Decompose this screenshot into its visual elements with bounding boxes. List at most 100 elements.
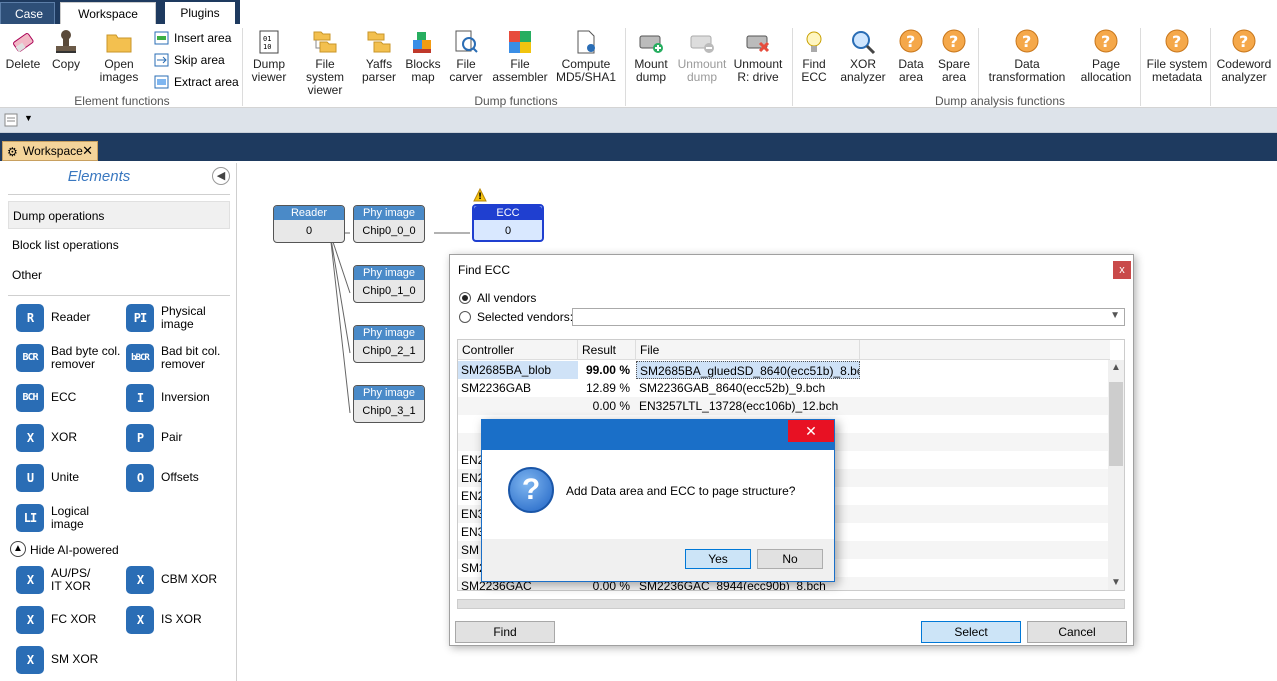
tab-workspace[interactable]: Workspace — [60, 2, 156, 24]
phy-image-node[interactable]: Phy image Chip0_3_1 — [353, 385, 425, 423]
compute-hash-button[interactable]: Compute MD5/SHA1 — [556, 28, 616, 84]
phy-image-node[interactable]: Phy image Chip0_0_0 — [353, 205, 425, 243]
xor-analyzer-button[interactable]: XOR analyzer — [838, 28, 888, 84]
cell-result: 0.00 % — [592, 399, 630, 413]
horizontal-scrollbar[interactable] — [457, 599, 1125, 609]
panel-divider — [8, 194, 230, 195]
question-bubble-icon: ? — [899, 29, 923, 53]
dump-viewer-button[interactable]: 01 10 Dump viewer — [248, 28, 290, 84]
selected-vendors-label: Selected vendors: — [477, 310, 574, 324]
insert-area-icon — [154, 31, 169, 45]
close-icon[interactable]: ✕ — [788, 420, 834, 442]
spare-area-button[interactable]: ? Spare area — [936, 28, 972, 84]
table-row[interactable]: SM2685BA_blob 99.00 % SM2685BA_gluedSD_8… — [458, 361, 1110, 379]
file-system-viewer-button[interactable]: File system viewer — [296, 28, 354, 97]
element-label: IS XOR — [161, 612, 202, 626]
phy-image-node[interactable]: Phy image Chip0_2_1 — [353, 325, 425, 363]
mount-dump-button[interactable]: Mount dump — [630, 28, 672, 84]
cell-controller: SM2236GAB — [461, 381, 532, 395]
category-dump-operations[interactable]: Dump operations — [8, 201, 230, 229]
reader-node[interactable]: Reader 0 — [273, 205, 345, 243]
file-assembler-icon — [509, 31, 531, 53]
yes-button[interactable]: Yes — [685, 549, 751, 569]
extract-area-button[interactable]: Extract area — [154, 73, 239, 91]
close-icon[interactable]: ✕ — [82, 142, 93, 160]
fs-metadata-button[interactable]: ? File system metadata — [1146, 28, 1208, 84]
delete-button[interactable]: Delete — [4, 28, 42, 71]
node-title: Phy image — [354, 386, 424, 400]
copy-button[interactable]: Copy — [48, 28, 84, 71]
category-block-list-operations[interactable]: Block list operations — [8, 231, 230, 259]
unmount-drive-button[interactable]: Unmount R: drive — [732, 28, 784, 84]
blocks-map-label-1: Blocks — [405, 57, 441, 71]
tab-workspace-document[interactable]: ⚙ Workspace ✕ — [2, 141, 98, 161]
unmount-dump-button[interactable]: Unmount dump — [676, 28, 728, 84]
element-label: AU/PS/ IT XOR — [51, 566, 91, 593]
find-button[interactable]: Find — [455, 621, 555, 643]
skip-area-button[interactable]: Skip area — [154, 51, 225, 69]
unmount-drive-icon — [746, 35, 770, 53]
table-row[interactable]: 0.00 % EN3257LTL_13728(ecc106b)_12.bch — [458, 397, 1110, 415]
ribbon-separator — [242, 28, 243, 106]
file-assembler-label-2: assembler — [492, 70, 548, 84]
page-allocation-button[interactable]: ? Page allocation — [1078, 28, 1134, 84]
data-area-button[interactable]: ? Data area — [894, 28, 928, 84]
element-label: Physical image — [161, 304, 206, 331]
find-ecc-button[interactable]: Find ECC — [798, 28, 830, 84]
data-transformation-button[interactable]: ? Data transformation — [984, 28, 1070, 84]
vendor-select[interactable]: ▼ — [572, 308, 1125, 326]
compute-hash-label-1: Compute — [561, 57, 611, 71]
select-button[interactable]: Select — [921, 621, 1021, 643]
data-transformation-label-1: Data — [1014, 57, 1040, 71]
inversion-badge-icon: I — [126, 384, 154, 412]
node-title: Reader — [274, 206, 344, 220]
vertical-scrollbar[interactable]: ▲ ▼ — [1108, 360, 1124, 590]
elements-panel: Elements ◀ Dump operations Block list op… — [4, 163, 237, 681]
close-icon[interactable]: x — [1113, 261, 1131, 279]
file-system-viewer-label-2: viewer — [307, 83, 343, 97]
no-button[interactable]: No — [757, 549, 823, 569]
node-value: Chip0_2_1 — [362, 345, 416, 357]
column-controller[interactable]: Controller — [458, 340, 578, 360]
collapse-panel-button[interactable]: ◀ — [212, 167, 230, 185]
column-file[interactable]: File — [636, 340, 860, 360]
find-ecc-label-2: ECC — [801, 70, 827, 84]
copy-label: Copy — [51, 57, 80, 71]
chevron-up-icon[interactable]: ▲ — [1111, 362, 1121, 373]
chevron-up-icon: ▲ — [10, 541, 26, 557]
open-images-button[interactable]: Open images — [96, 28, 142, 84]
question-bubble-icon: ? — [1094, 29, 1118, 53]
all-vendors-radio[interactable]: All vendors — [459, 290, 536, 306]
tab-case[interactable]: Case — [0, 2, 55, 24]
all-vendors-label: All vendors — [477, 291, 537, 305]
blocks-map-button[interactable]: Blocks map — [404, 28, 442, 84]
file-carver-label-2: carver — [449, 70, 483, 84]
scrollbar-thumb[interactable] — [1109, 382, 1123, 466]
hide-ai-powered-toggle[interactable]: ▲ Hide AI-powered — [8, 541, 119, 559]
dialog-title: Find ECC — [458, 263, 511, 277]
dropdown-arrow-icon[interactable]: ▼ — [24, 113, 33, 123]
tab-plugins[interactable]: Plugins — [165, 2, 235, 24]
customize-icon[interactable] — [4, 113, 20, 128]
cell-result: 12.89 % — [585, 381, 630, 395]
file-carver-button[interactable]: File carver — [448, 28, 484, 84]
open-images-label-1: Open — [104, 57, 134, 71]
cancel-button[interactable]: Cancel — [1027, 621, 1127, 643]
selected-vendors-radio[interactable]: Selected vendors: — [459, 309, 573, 325]
node-value: Chip0_1_0 — [362, 285, 416, 297]
table-row[interactable]: SM2236GAB 12.89 % SM2236GAB_8640(ecc52b)… — [458, 379, 1110, 397]
insert-area-button[interactable]: Insert area — [154, 29, 231, 47]
svg-text:?: ? — [1101, 32, 1110, 51]
ecc-node[interactable]: ECC 0 — [472, 204, 544, 242]
blocks-map-label-2: map — [411, 70, 435, 84]
category-other[interactable]: Other — [8, 261, 230, 289]
column-result[interactable]: Result — [578, 340, 636, 360]
chevron-down-icon[interactable]: ▼ — [1111, 577, 1121, 588]
bbcr-badge-icon: bBCR — [126, 344, 154, 372]
workspace-doc-label: Workspace — [23, 144, 83, 158]
codeword-analyzer-button[interactable]: ? Codeword analyzer — [1214, 28, 1274, 84]
phy-image-node[interactable]: Phy image Chip0_1_0 — [353, 265, 425, 303]
file-assembler-button[interactable]: File assembler — [492, 28, 548, 84]
yaffs-parser-button[interactable]: Yaffs parser — [360, 28, 398, 84]
cell-result: 99.00 % — [585, 363, 630, 377]
